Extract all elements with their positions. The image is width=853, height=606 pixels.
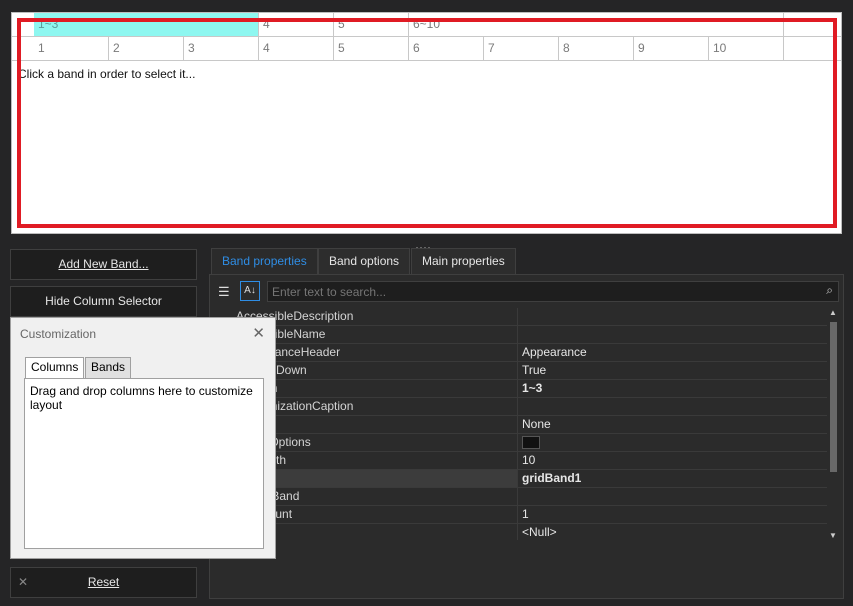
property-row[interactable]: ImageOptions: [230, 434, 827, 452]
scroll-up-icon[interactable]: ▲: [829, 308, 837, 317]
search-box: ⌕: [267, 281, 839, 302]
categorized-view-icon[interactable]: ☰: [218, 284, 234, 300]
alphabetical-sort-icon[interactable]: A↓: [240, 281, 260, 301]
close-icon[interactable]: ✕: [252, 324, 265, 342]
column-header-2[interactable]: 2: [109, 37, 184, 60]
property-value[interactable]: [518, 488, 827, 505]
property-row[interactable]: NamegridBand1: [230, 470, 827, 488]
property-row[interactable]: AutoFillDownTrue: [230, 362, 827, 380]
property-row[interactable]: CustomizationCaption: [230, 398, 827, 416]
column-header-row: 1 2 3 4 5 6 7 8 9 10: [12, 37, 841, 61]
splitter-handle[interactable]: [416, 238, 436, 249]
property-row[interactable]: Caption1~3: [230, 380, 827, 398]
property-row[interactable]: AppearanceHeader Appearance: [230, 344, 827, 362]
property-grid: AccessibleDescription AccessibleName App…: [230, 308, 827, 540]
add-new-band-button[interactable]: Add New Band...: [10, 249, 197, 280]
reset-x-icon: ✕: [18, 575, 29, 589]
property-value[interactable]: None: [518, 416, 827, 433]
dialog-title: Customization: [20, 327, 97, 341]
property-row[interactable]: ParentBand: [230, 488, 827, 506]
column-header-1[interactable]: 1: [34, 37, 109, 60]
reset-label: Reset: [87, 575, 120, 589]
band-header-6-10[interactable]: 6~10: [409, 13, 784, 36]
column-header-5[interactable]: 5: [334, 37, 409, 60]
vertical-scrollbar[interactable]: ▲ ▼: [827, 308, 839, 540]
band-designer-preview[interactable]: 1~3 4 5 6~10 1 2 3 4 5 6 7 8 9 10 Click …: [11, 12, 842, 234]
column-header-4[interactable]: 4: [259, 37, 334, 60]
property-row[interactable]: FixedNone: [230, 416, 827, 434]
band-header-1-3[interactable]: 1~3: [34, 13, 259, 36]
column-header-3[interactable]: 3: [184, 37, 259, 60]
search-input[interactable]: [267, 281, 839, 302]
customization-drop-area[interactable]: Drag and drop columns here to customize …: [24, 378, 264, 549]
property-value[interactable]: [518, 398, 827, 415]
property-value[interactable]: Appearance: [518, 344, 827, 361]
column-header-9[interactable]: 9: [634, 37, 709, 60]
customization-dialog: Customization ✕ Columns Bands Drag and d…: [10, 317, 276, 559]
property-value[interactable]: [518, 326, 827, 343]
band-header-row: 1~3 4 5 6~10: [12, 13, 841, 37]
band-header-4[interactable]: 4: [259, 13, 334, 36]
column-header-6[interactable]: 6: [409, 37, 484, 60]
column-header-8[interactable]: 8: [559, 37, 634, 60]
column-header-10[interactable]: 10: [709, 37, 784, 60]
property-grid-panel: ☰ A↓ ⌕ AccessibleDescription AccessibleN…: [209, 274, 844, 599]
scroll-down-icon[interactable]: ▼: [829, 531, 837, 540]
property-value[interactable]: [518, 434, 827, 451]
hide-column-selector-button[interactable]: Hide Column Selector: [10, 286, 197, 317]
property-row[interactable]: AccessibleDescription: [230, 308, 827, 326]
property-value[interactable]: 1~3: [518, 380, 827, 397]
select-band-hint: Click a band in order to select it...: [18, 67, 196, 81]
image-swatch: [522, 436, 540, 449]
property-value[interactable]: [518, 308, 827, 325]
column-header-7[interactable]: 7: [484, 37, 559, 60]
property-row[interactable]: AccessibleName: [230, 326, 827, 344]
property-value[interactable]: 10: [518, 452, 827, 469]
dialog-tab-bands[interactable]: Bands: [85, 357, 132, 378]
tab-main-properties[interactable]: Main properties: [411, 248, 516, 275]
scroll-thumb[interactable]: [830, 322, 837, 472]
search-icon[interactable]: ⌕: [826, 283, 833, 298]
tab-band-properties[interactable]: Band properties: [211, 248, 318, 275]
dialog-tab-columns[interactable]: Columns: [25, 357, 85, 379]
property-row[interactable]: RowCount1: [230, 506, 827, 524]
tab-band-options[interactable]: Band options: [318, 248, 411, 275]
property-row[interactable]: Tag<Null>: [230, 524, 827, 540]
band-header-5[interactable]: 5: [334, 13, 409, 36]
property-row[interactable]: MinWidth10: [230, 452, 827, 470]
reset-button[interactable]: ✕ Reset: [10, 567, 197, 598]
property-value[interactable]: True: [518, 362, 827, 379]
property-value[interactable]: 1: [518, 506, 827, 523]
property-value[interactable]: <Null>: [518, 524, 827, 540]
property-value[interactable]: gridBand1: [518, 470, 827, 487]
